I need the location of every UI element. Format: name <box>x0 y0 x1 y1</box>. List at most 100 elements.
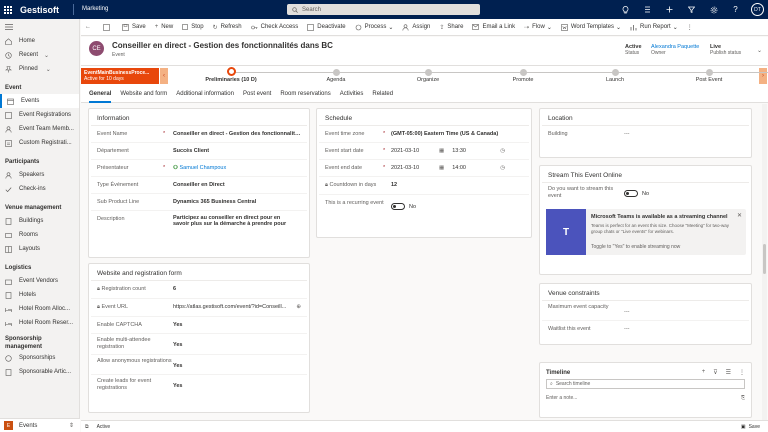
sub-product-line-select[interactable]: Dynamics 365 Business Central <box>173 194 301 210</box>
department-select[interactable]: Succès Client <box>173 143 301 159</box>
user-avatar[interactable]: DT <box>751 3 764 16</box>
word-templates-button[interactable]: Word Templates ⌄ <box>561 23 621 31</box>
tab-additional-information[interactable]: Additional information <box>176 85 234 103</box>
sidebar-item-hotel-room-reservations[interactable]: Hotel Room Reser... <box>0 316 79 330</box>
flow-button[interactable]: ⇢ Flow ⌄ <box>524 24 552 31</box>
max-capacity-input[interactable]: --- <box>624 301 743 320</box>
share-button[interactable]: ⇪ Share <box>439 24 463 31</box>
filter-icon[interactable] <box>685 3 698 16</box>
bpf-stage-promote[interactable]: Promote <box>493 66 553 83</box>
calendar-icon[interactable]: ▦ <box>439 148 444 154</box>
app-name[interactable]: Marketing <box>73 4 108 15</box>
sidebar-item-layouts[interactable]: Layouts <box>0 242 79 256</box>
status-save-button[interactable]: ▣ Save <box>741 424 760 430</box>
sidebar-item-recent[interactable]: Recent ⌄ <box>0 48 79 62</box>
add-icon[interactable] <box>663 3 676 16</box>
save-button[interactable]: Save <box>122 23 146 31</box>
run-report-button[interactable]: Run Report ⌄ <box>630 24 678 31</box>
timeline-note-input[interactable]: Enter a note... ⎘ <box>546 395 745 401</box>
time-zone-select[interactable]: (GMT-05:00) Eastern Time (US & Canada) <box>391 126 523 142</box>
end-date-input[interactable]: 2021-03-10 <box>391 165 439 171</box>
bpf-next-stage-button[interactable]: › <box>759 68 767 84</box>
settings-icon[interactable] <box>707 3 720 16</box>
event-url-value[interactable]: https://atlas.gestisoft.com/event/?id=Co… <box>173 304 290 310</box>
anonymous-registrations-value[interactable]: Yes <box>173 355 301 374</box>
more-commands-button[interactable]: ⋮ <box>687 24 696 31</box>
recurring-toggle[interactable] <box>391 203 405 210</box>
popout-button[interactable] <box>103 23 113 31</box>
app-launcher-icon[interactable] <box>0 0 16 19</box>
waitlist-input[interactable]: --- <box>624 321 743 337</box>
sidebar-item-speakers[interactable]: Speakers <box>0 168 79 182</box>
building-lookup[interactable]: --- <box>624 126 743 142</box>
popout-icon[interactable]: ⧉ <box>85 424 89 430</box>
sidebar-item-event-registrations[interactable]: Event Registrations <box>0 108 79 122</box>
event-type-select[interactable]: Conseiller en Direct <box>173 177 301 193</box>
calendar-icon[interactable]: ▦ <box>439 165 444 171</box>
list-icon[interactable]: ☰ <box>726 369 731 376</box>
sidebar-item-home[interactable]: Home <box>0 34 79 48</box>
presenter-lookup[interactable]: Samuel Champoux <box>179 165 226 171</box>
sidebar-item-rooms[interactable]: Rooms <box>0 228 79 242</box>
multi-attendee-value[interactable]: Yes <box>173 334 301 353</box>
sidebar-item-sponsorable-articles[interactable]: Sponsorable Artic... <box>0 365 79 379</box>
refresh-button[interactable]: ↻ Refresh <box>213 24 242 31</box>
header-owner-field[interactable]: Alexandra Paquette Owner <box>651 44 699 56</box>
create-leads-value[interactable]: Yes <box>173 375 301 394</box>
start-time-input[interactable]: 13:30 <box>452 148 500 154</box>
tab-activities[interactable]: Activities <box>340 85 364 103</box>
stop-button[interactable]: Stop <box>182 24 204 30</box>
bpf-stage-agenda[interactable]: Agenda <box>306 66 366 83</box>
scrollbar-thumb[interactable] <box>763 244 766 274</box>
clock-icon[interactable]: ◷ <box>500 165 505 171</box>
global-search-input[interactable]: Search <box>287 4 480 15</box>
captcha-value[interactable]: Yes <box>173 317 301 333</box>
tab-post-event[interactable]: Post event <box>243 85 271 103</box>
filter-icon[interactable]: ⊽ <box>713 369 717 376</box>
stream-toggle[interactable] <box>624 190 638 197</box>
check-access-button[interactable]: Check Access <box>250 24 298 31</box>
description-textarea[interactable]: Participez au conseiller en direct pour … <box>173 211 301 229</box>
back-button[interactable]: ← <box>85 24 94 30</box>
bpf-stage-organize[interactable]: Organize <box>398 66 458 83</box>
sidebar-item-check-ins[interactable]: Check-ins <box>0 182 79 196</box>
sidebar-item-hotels[interactable]: Hotels <box>0 288 79 302</box>
tab-website-and-form[interactable]: Website and form <box>120 85 167 103</box>
sidebar-item-event-team-members[interactable]: Event Team Memb... <box>0 122 79 136</box>
tab-general[interactable]: General <box>89 85 112 103</box>
paperclip-icon[interactable]: ⎘ <box>741 395 745 401</box>
more-icon[interactable]: ⋮ <box>739 369 745 376</box>
clock-icon[interactable]: ◷ <box>500 148 505 154</box>
close-icon[interactable]: ✕ <box>737 212 742 219</box>
end-time-input[interactable]: 14:00 <box>452 165 500 171</box>
new-button[interactable]: + New <box>155 24 174 30</box>
sidebar-item-events[interactable]: Events <box>0 94 79 108</box>
sidebar-item-custom-registration[interactable]: Custom Registrati... <box>0 136 79 150</box>
bpf-stage-preliminaries[interactable]: Preliminaries (10 D) <box>191 66 271 83</box>
area-switcher[interactable]: E Events ⇕ <box>0 418 80 432</box>
tab-related[interactable]: Related <box>372 85 393 103</box>
bpf-stage-launch[interactable]: Launch <box>585 66 645 83</box>
sidebar-item-hotel-room-allocations[interactable]: Hotel Room Alloc... <box>0 302 79 316</box>
sidebar-item-buildings[interactable]: Buildings <box>0 214 79 228</box>
assign-button[interactable]: Assign <box>402 23 430 31</box>
task-flow-icon[interactable] <box>641 3 654 16</box>
bpf-stage-post-event[interactable]: Post Event <box>679 66 739 83</box>
start-date-input[interactable]: 2021-03-10 <box>391 148 439 154</box>
form-scrollbar[interactable] <box>762 104 767 420</box>
process-button[interactable]: Process ⌄ <box>355 24 393 31</box>
deactivate-button[interactable]: Deactivate <box>307 23 346 31</box>
sidebar-item-sponsorships[interactable]: Sponsorships <box>0 351 79 365</box>
timeline-search-input[interactable]: ⌕ Search timeline <box>546 379 745 389</box>
help-icon[interactable]: ? <box>729 3 742 16</box>
tab-room-reservations[interactable]: Room reservations <box>280 85 330 103</box>
add-icon[interactable]: + <box>702 369 706 376</box>
email-link-button[interactable]: Email a Link <box>472 24 515 30</box>
sidebar-collapse-button[interactable] <box>0 19 79 34</box>
event-name-input[interactable]: Conseiller en direct - Gestion des fonct… <box>173 126 301 142</box>
sidebar-item-event-vendors[interactable]: Event Vendors <box>0 274 79 288</box>
lightbulb-icon[interactable] <box>619 3 632 16</box>
bpf-previous-stage-button[interactable]: ‹ <box>160 68 168 84</box>
bpf-active-process[interactable]: EventMainBusinessProce... Active for 10 … <box>81 68 159 84</box>
chevron-down-icon[interactable]: ⌄ <box>757 47 762 54</box>
